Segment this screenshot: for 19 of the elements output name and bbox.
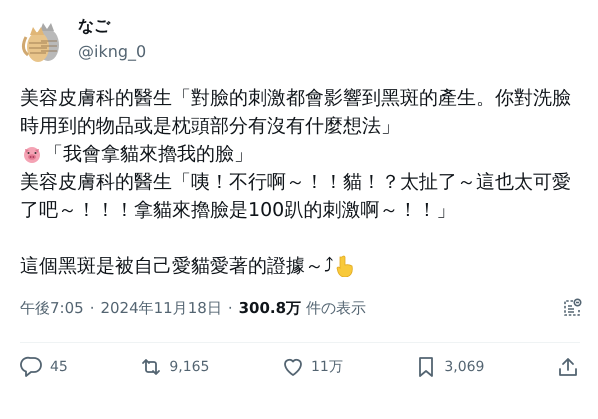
bookmark-count: 3,069 [444, 359, 484, 375]
analytics-icon[interactable] [562, 298, 582, 318]
post-text: 「我會拿貓來擼我的臉」 [44, 142, 253, 167]
post-text: 這個黑斑是被自己愛貓愛著的證據～⤴ [20, 254, 334, 279]
post-time-link[interactable]: 午後7:05 [20, 298, 84, 318]
pig-face-icon [22, 144, 42, 164]
separator-dot: · [90, 299, 94, 317]
reply-count: 45 [50, 359, 68, 375]
like-count: 11万 [310, 358, 343, 376]
repost-count: 9,165 [169, 359, 210, 375]
reply-icon[interactable] [20, 355, 44, 379]
separator-dot: · [228, 299, 233, 317]
author-handle[interactable]: @ikng_0 [78, 41, 146, 63]
pointing-hand-icon [336, 255, 354, 277]
author-name[interactable]: なご [78, 15, 146, 37]
post-date-link[interactable]: 2024年11月18日 [100, 298, 222, 318]
view-count: 300.8万 件の表示 [238, 298, 366, 318]
post-text: 美容皮膚科的醫生「咦！不行啊～！！貓！？太扯了～這也太可愛了吧～！！！拿貓來擼臉是100趴的刺激啊～！！」 [20, 170, 572, 223]
post-text: 美容皮膚科的醫生「對臉的刺激都會影響到黑斑的產生。你對洗臉時用到的物品或是枕頭部分有沒有什麼想法」 [20, 86, 572, 139]
